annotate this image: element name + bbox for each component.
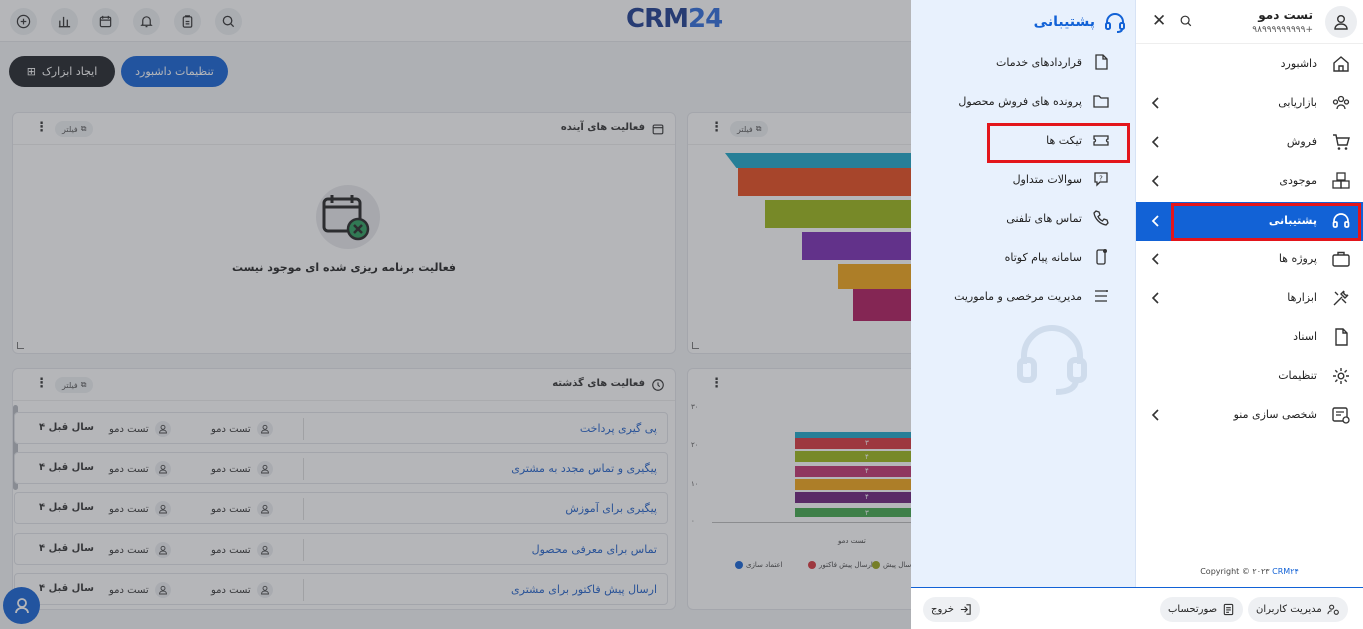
gear-icon bbox=[1333, 368, 1349, 384]
list-icon bbox=[1095, 290, 1108, 302]
people-icon bbox=[1332, 95, 1350, 110]
search-icon[interactable] bbox=[1179, 14, 1193, 28]
chevron-left-icon bbox=[1151, 253, 1159, 265]
customize-icon bbox=[1332, 407, 1350, 424]
document-icon bbox=[1095, 54, 1108, 70]
tickets-highlight-box bbox=[987, 123, 1130, 163]
nav-item-projects[interactable]: پروژه ها bbox=[1136, 240, 1363, 279]
submenu-header: پشتیبانی bbox=[1034, 10, 1127, 34]
submenu-title: پشتیبانی bbox=[1033, 14, 1095, 30]
chevron-left-icon bbox=[1151, 97, 1159, 109]
invoice-icon bbox=[1223, 603, 1234, 616]
briefcase-icon bbox=[1332, 251, 1350, 267]
sms-icon bbox=[1096, 249, 1107, 265]
copyright: Copyright © ۲۰۲۳ CRM۲۴ bbox=[1200, 567, 1299, 576]
submenu-item-service-contracts[interactable]: قراردادهای خدمات bbox=[996, 52, 1110, 72]
users-gear-icon bbox=[1327, 604, 1339, 615]
user-icon bbox=[1334, 15, 1348, 30]
phone-icon bbox=[1093, 210, 1109, 226]
headset-watermark-icon bbox=[1017, 325, 1087, 395]
user-name: تست دمو bbox=[1258, 8, 1313, 22]
nav-item-dashboard[interactable]: داشبورد bbox=[1136, 45, 1363, 84]
submenu-item-leave-management[interactable]: مدیریت مرخصی و ماموریت bbox=[954, 286, 1110, 306]
nav-item-inventory[interactable]: موجودی bbox=[1136, 162, 1363, 201]
folder-icon bbox=[1093, 95, 1109, 108]
nav-item-tools[interactable]: ابزارها bbox=[1136, 279, 1363, 318]
avatar[interactable] bbox=[1325, 6, 1357, 38]
boxes-icon bbox=[1332, 172, 1350, 189]
drawer-header: ✕ تست دمو ۹۸۹۹۹۹۹۹۹۹۹+ bbox=[1136, 0, 1363, 44]
support-highlight-box bbox=[1171, 203, 1361, 241]
close-icon[interactable]: ✕ bbox=[1152, 12, 1166, 30]
nav-item-sales[interactable]: فروش bbox=[1136, 123, 1363, 162]
document-icon bbox=[1335, 328, 1348, 346]
nav-item-marketing[interactable]: بازاریابی bbox=[1136, 84, 1363, 123]
submenu-item-faq[interactable]: سوالات متداول ? bbox=[1013, 169, 1110, 189]
home-icon bbox=[1333, 56, 1349, 72]
faq-icon: ? bbox=[1094, 172, 1108, 187]
nav-item-settings[interactable]: تنظیمات bbox=[1136, 357, 1363, 396]
submenu-item-phone-calls[interactable]: تماس های تلفنی bbox=[1006, 208, 1110, 228]
svg-text:?: ? bbox=[1099, 175, 1103, 183]
cart-icon bbox=[1333, 134, 1350, 150]
nav-item-customize-menu[interactable]: شخصی سازی منو bbox=[1136, 396, 1363, 435]
tools-icon bbox=[1333, 290, 1349, 306]
submenu-item-sales-files[interactable]: پرونده های فروش محصول bbox=[958, 91, 1110, 111]
headset-icon bbox=[1105, 13, 1125, 33]
nav-item-documents[interactable]: اسناد bbox=[1136, 318, 1363, 357]
chevron-left-icon bbox=[1151, 215, 1159, 227]
chevron-left-icon bbox=[1151, 409, 1159, 421]
user-phone: ۹۸۹۹۹۹۹۹۹۹۹+ bbox=[1252, 25, 1313, 35]
chevron-left-icon bbox=[1151, 175, 1159, 187]
logout-icon bbox=[960, 604, 971, 615]
logout-button[interactable]: خروج bbox=[923, 597, 980, 622]
chevron-left-icon bbox=[1151, 136, 1159, 148]
statement-button[interactable]: صورتحساب bbox=[1160, 597, 1244, 622]
chevron-left-icon bbox=[1151, 292, 1159, 304]
modal-overlay[interactable] bbox=[0, 0, 911, 629]
submenu-item-sms[interactable]: سامانه پیام کوتاه bbox=[1005, 247, 1110, 267]
drawer-footer: خروج صورتحساب مدیریت کاربران bbox=[911, 587, 1363, 629]
user-management-button[interactable]: مدیریت کاربران bbox=[1248, 597, 1348, 622]
